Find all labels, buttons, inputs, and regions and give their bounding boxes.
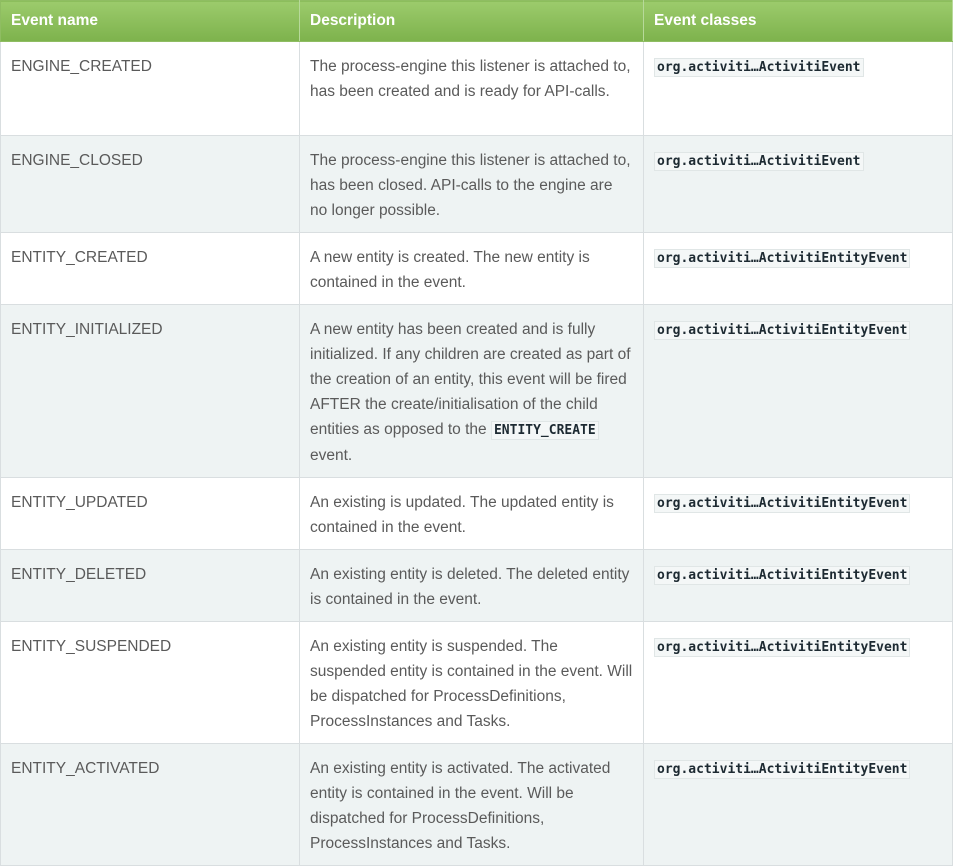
event-class-cell: org.activiti…ActivitiEntityEvent — [643, 232, 953, 305]
event-class-code: org.activiti…ActivitiEntityEvent — [654, 638, 911, 657]
table-row: ENTITY_DELETED An existing entity is del… — [0, 549, 953, 622]
description-cell: An existing entity is deleted. The delet… — [299, 549, 644, 622]
table-row: ENGINE_CLOSED The process-engine this li… — [0, 135, 953, 233]
events-table: Event name Description Event classes ENG… — [0, 0, 953, 866]
event-name-cell: ENTITY_ACTIVATED — [0, 743, 300, 866]
event-name-cell: ENTITY_DELETED — [0, 549, 300, 622]
table-header-row: Event name Description Event classes — [0, 0, 953, 42]
event-class-cell: org.activiti…ActivitiEvent — [643, 135, 953, 233]
table-row: ENGINE_CREATED The process-engine this l… — [0, 41, 953, 136]
event-class-code: org.activiti…ActivitiEntityEvent — [654, 494, 911, 513]
event-class-cell: org.activiti…ActivitiEntityEvent — [643, 621, 953, 744]
event-class-cell: org.activiti…ActivitiEntityEvent — [643, 549, 953, 622]
description-cell: The process-engine this listener is atta… — [299, 41, 644, 136]
table-row: ENTITY_SUSPENDED An existing entity is s… — [0, 621, 953, 744]
event-class-code: org.activiti…ActivitiEntityEvent — [654, 566, 911, 585]
event-name-cell: ENGINE_CREATED — [0, 41, 300, 136]
header-description: Description — [299, 0, 644, 42]
table-row: ENTITY_UPDATED An existing is updated. T… — [0, 477, 953, 550]
description-cell: An existing entity is activated. The act… — [299, 743, 644, 866]
description-cell: An existing entity is suspended. The sus… — [299, 621, 644, 744]
event-class-code: org.activiti…ActivitiEntityEvent — [654, 760, 911, 779]
event-class-code: org.activiti…ActivitiEntityEvent — [654, 321, 911, 340]
event-class-code: org.activiti…ActivitiEvent — [654, 152, 864, 171]
event-name-cell: ENTITY_CREATED — [0, 232, 300, 305]
description-cell: The process-engine this listener is atta… — [299, 135, 644, 233]
event-class-code: org.activiti…ActivitiEvent — [654, 58, 864, 77]
entity-create-code: ENTITY_CREATE — [490, 421, 599, 440]
header-event-name: Event name — [0, 0, 300, 42]
event-name-cell: ENTITY_INITIALIZED — [0, 304, 300, 478]
description-cell: A new entity is created. The new entity … — [299, 232, 644, 305]
description-cell: An existing is updated. The updated enti… — [299, 477, 644, 550]
event-name-cell: ENTITY_UPDATED — [0, 477, 300, 550]
event-class-cell: org.activiti…ActivitiEntityEvent — [643, 743, 953, 866]
header-event-classes: Event classes — [643, 0, 953, 42]
table-row: ENTITY_INITIALIZED A new entity has been… — [0, 304, 953, 478]
event-name-cell: ENTITY_SUSPENDED — [0, 621, 300, 744]
event-class-cell: org.activiti…ActivitiEvent — [643, 41, 953, 136]
description-cell: A new entity has been created and is ful… — [299, 304, 644, 478]
event-name-cell: ENGINE_CLOSED — [0, 135, 300, 233]
event-class-cell: org.activiti…ActivitiEntityEvent — [643, 304, 953, 478]
table-row: ENTITY_ACTIVATED An existing entity is a… — [0, 743, 953, 866]
event-class-cell: org.activiti…ActivitiEntityEvent — [643, 477, 953, 550]
event-class-code: org.activiti…ActivitiEntityEvent — [654, 249, 911, 268]
description-suffix: event. — [310, 447, 353, 464]
table-row: ENTITY_CREATED A new entity is created. … — [0, 232, 953, 305]
